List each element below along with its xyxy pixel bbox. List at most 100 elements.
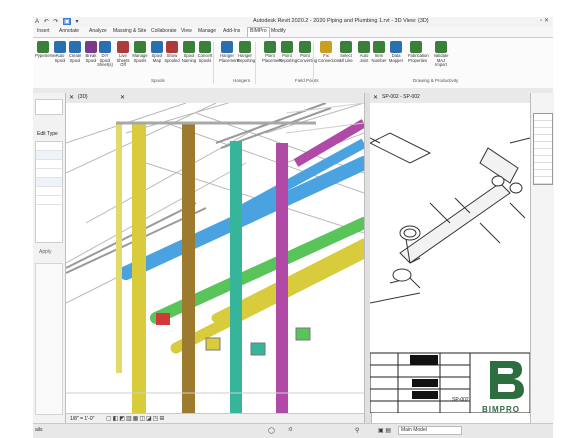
valve-green [295, 327, 311, 341]
tab-add-ins[interactable]: Add-Ins [223, 28, 240, 34]
status-zero: :0 [288, 427, 293, 433]
ribbon-button-label: Hanger Placement [219, 53, 239, 63]
ribbon-button[interactable]: Live Sheets Off [115, 41, 131, 68]
sheet-number: SP-002 [452, 397, 469, 403]
tab-insert[interactable]: Insert [37, 28, 50, 34]
ribbon-button[interactable]: Hanger Placement [219, 41, 239, 63]
ribbon-button[interactable]: Point Converting [297, 41, 317, 63]
ribbon-button-icon [390, 41, 402, 53]
status-bar: ails ◯ :0 ⚲ ▣ ▤ Main Model [33, 423, 553, 438]
undo-icon[interactable]: ↶ [44, 18, 49, 25]
type-selector[interactable] [35, 99, 63, 115]
ribbon-button[interactable]: PypeServer [35, 41, 57, 59]
close-icon[interactable]: ✕ [69, 94, 74, 101]
view-3d-label[interactable]: {3D} [78, 94, 88, 100]
ribbon-button[interactable]: Fix Connections [318, 41, 341, 63]
ribbon-group-divider [255, 42, 256, 84]
tab-annotate[interactable]: Annotate [59, 28, 79, 34]
tab-modify[interactable]: Modify [271, 28, 286, 34]
title-block-black-cell [410, 355, 438, 365]
properties-grid[interactable] [35, 141, 63, 243]
ribbon-button-label: Fabrication Properties [408, 53, 429, 63]
ribbon-button[interactable]: Hanger Reporting [237, 41, 256, 63]
sheet-tab-label[interactable]: SP-002 - SP-002 [382, 94, 420, 100]
apply-button[interactable]: Apply [39, 249, 52, 255]
tab-manage[interactable]: Manage [198, 28, 216, 34]
ribbon-button-label: Auto Spool [54, 53, 66, 63]
view-icon[interactable]: ▣ [63, 18, 71, 25]
ribbon-button-icon [340, 41, 352, 53]
ribbon-button-icon [373, 41, 385, 53]
tab-analyze[interactable]: Analyze [89, 28, 107, 34]
ribbon-button[interactable]: Show Spooled [164, 41, 180, 63]
ribbon-button-icon [85, 41, 97, 53]
ribbon-button[interactable]: Data Mapper [388, 41, 404, 63]
ribbon-button[interactable]: Spool Naming [181, 41, 197, 63]
ribbon-button[interactable]: Point Placement [262, 41, 282, 63]
valve-teal [250, 342, 266, 356]
redo-icon[interactable]: ↷ [53, 18, 58, 25]
red-valve [156, 313, 170, 325]
bimpro-logo: BIMPRO [482, 357, 528, 413]
properties-panel: Edit Type Apply [33, 93, 66, 423]
schedule-table[interactable] [533, 113, 553, 185]
ribbon-button[interactable]: DIY Spool Sheet(s) [97, 41, 113, 68]
ribbon-button-label: Point Placement [262, 53, 282, 63]
ribbon-button[interactable]: Auto Spool [52, 41, 68, 63]
ribbon-button[interactable]: Concert Spools [197, 41, 213, 63]
dropdown-icon[interactable]: ▾ [75, 18, 78, 25]
ribbon-button-icon [410, 41, 422, 53]
tab-collaborate[interactable]: Collaborate [151, 28, 177, 34]
ribbon-button-icon [166, 41, 178, 53]
teal-riser [230, 141, 242, 413]
ribbon-button-label: Create Spool [68, 53, 82, 63]
ribbon-button-icon [239, 41, 251, 53]
window-controls[interactable]: ▫ ✕ [540, 17, 549, 24]
ribbon-button-label: Select All Like [339, 53, 353, 63]
status-text: ails [35, 427, 43, 433]
ribbon-button-label: Validate MAJ Import [433, 53, 449, 68]
design-options-icons[interactable]: ▣ ▤ [378, 427, 391, 434]
tab-massing-site[interactable]: Massing & Site [113, 28, 146, 34]
title-block-black-cell-3 [412, 391, 438, 399]
ribbon-button[interactable]: Fabrication Properties [408, 41, 429, 63]
ribbon-button-label: Point Reporting [279, 53, 298, 63]
ribbon-button-icon [264, 41, 276, 53]
ribbon-button[interactable]: Create Spool [67, 41, 83, 63]
ribbon-button-icon [183, 41, 195, 53]
title-block-black-cell-2 [412, 379, 438, 387]
ribbon-button-label: Spool Map [151, 53, 163, 63]
view-control-icons[interactable]: ▢◧◩▥▦◫◪◳⊞ [106, 415, 165, 422]
ribbon-button[interactable]: Point Reporting [279, 41, 298, 63]
sheet-canvas[interactable]: SP-002 BIMPRO [370, 103, 530, 413]
close-icon[interactable]: ✕ [120, 94, 125, 101]
ribbon-button-icon [69, 41, 81, 53]
ribbon-button-icon [299, 41, 311, 53]
close-icon[interactable]: ✕ [373, 94, 378, 101]
3d-view-canvas[interactable] [66, 103, 364, 413]
ribbon-button-label: Live Sheets Off [116, 53, 130, 68]
ribbon-button-icon [435, 41, 447, 53]
filter-icon[interactable]: ⚲ [355, 427, 359, 434]
view-scale[interactable]: 1/8" = 1'-0" [70, 416, 94, 422]
project-browser[interactable] [35, 263, 63, 415]
ribbon-button[interactable]: Spool Map [149, 41, 165, 63]
tab-view[interactable]: View [181, 28, 192, 34]
qat-app-letter[interactable]: A [35, 19, 39, 25]
ribbon-button[interactable]: Select All Like [338, 41, 354, 63]
yellow-riser [132, 123, 146, 413]
ribbon-button[interactable]: Validate MAJ Import [433, 41, 449, 68]
ribbon-tabs: Insert Annotate Analyze Massing & Site C… [33, 27, 553, 38]
edit-type-button[interactable]: Edit Type [37, 131, 58, 137]
ribbon-button-icon [221, 41, 233, 53]
ribbon-button-icon [99, 41, 111, 53]
ribbon-button-label: Hanger Reporting [237, 53, 256, 63]
ribbon-button[interactable]: Item Number [371, 41, 387, 63]
design-option-selector[interactable]: Main Model [398, 426, 462, 435]
tab-bimpro[interactable]: BIMPro [247, 27, 270, 37]
ribbon-button-label: Data Mapper [388, 53, 404, 63]
ribbon-button[interactable]: Manage Spools [132, 41, 148, 63]
magenta-riser [276, 143, 288, 413]
ribbon-button[interactable]: Auto Joint [356, 41, 372, 63]
workset-icon[interactable]: ◯ [268, 427, 275, 434]
